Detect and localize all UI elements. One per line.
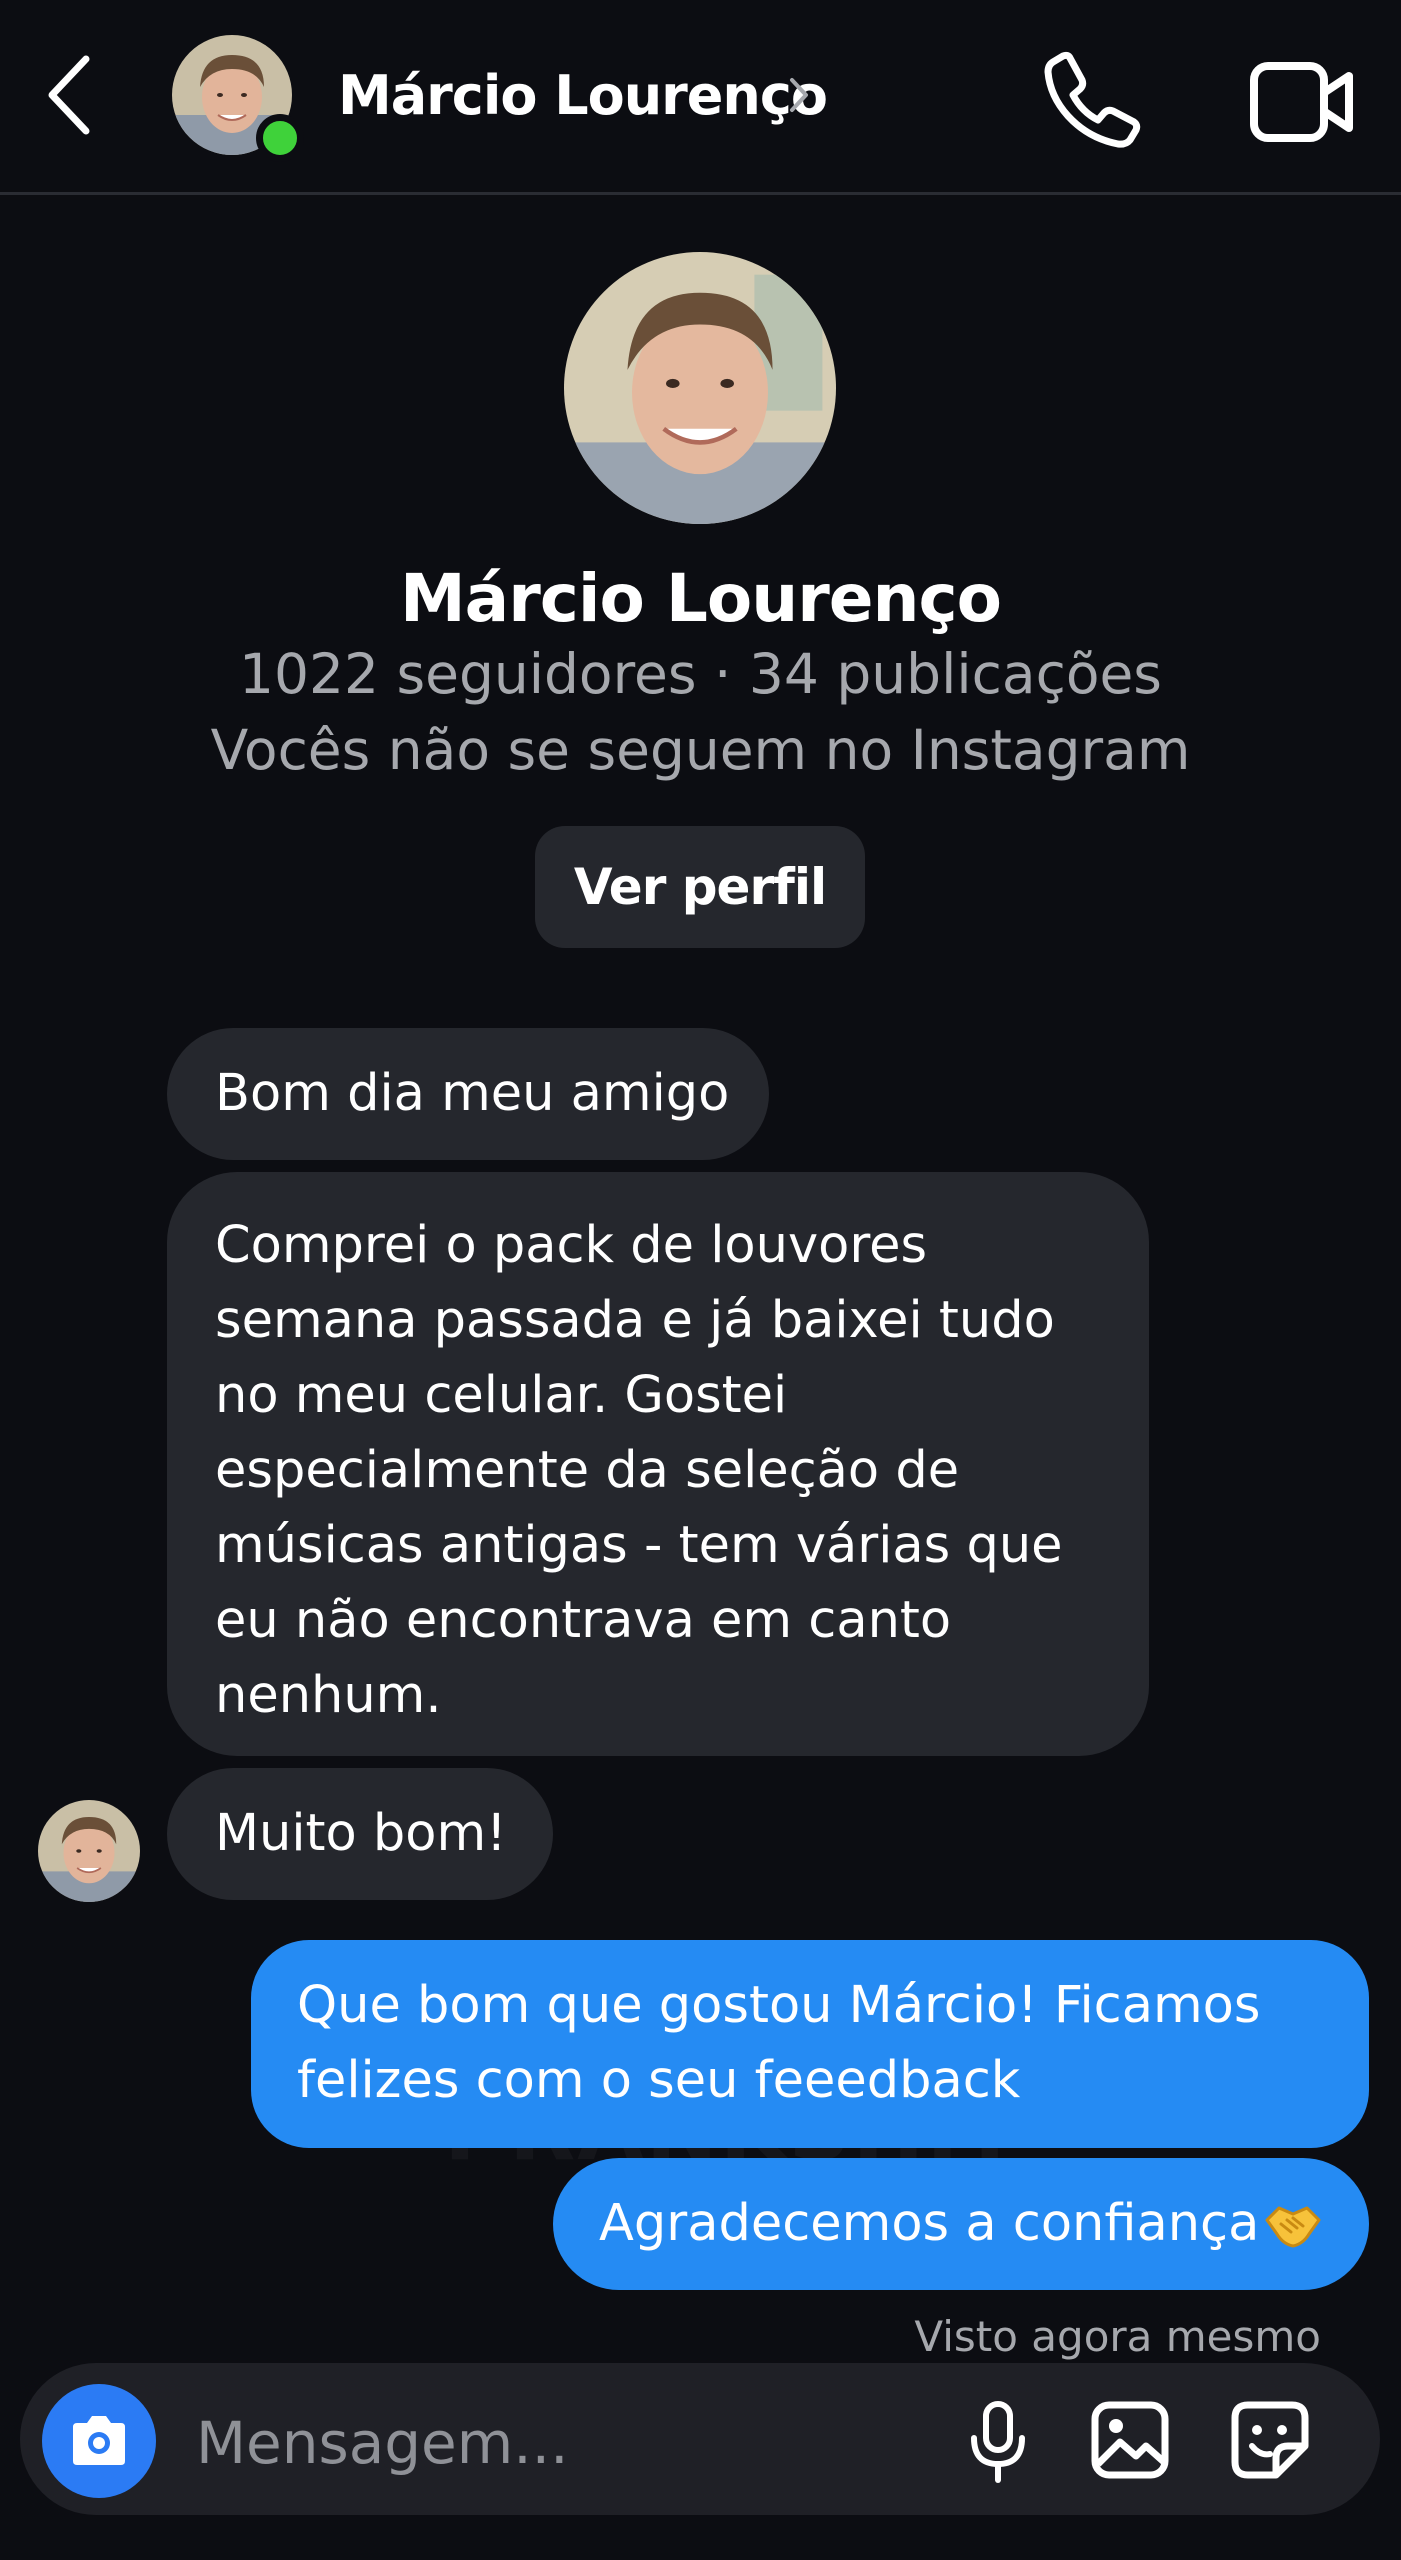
- gallery-button[interactable]: [1082, 2388, 1178, 2492]
- back-button[interactable]: [36, 50, 100, 140]
- voice-message-button[interactable]: [950, 2390, 1046, 2494]
- video-camera-icon: [1250, 62, 1353, 142]
- avatar-photo: [564, 252, 836, 524]
- video-call-button[interactable]: [1246, 52, 1358, 152]
- chat-header: Márcio Lourenço: [0, 0, 1401, 195]
- chevron-right-icon: [790, 78, 808, 112]
- camera-icon: [73, 2416, 125, 2465]
- message-bubble-outgoing[interactable]: Agradecemos a confiança: [553, 2158, 1369, 2290]
- message-line: semana passada e já baixei tudo: [215, 1291, 1055, 1350]
- message-line: felizes com o seu feeedback: [297, 2051, 1021, 2110]
- message-text: Agradecemos a confiança: [599, 2194, 1260, 2253]
- online-status-dot: [256, 114, 304, 162]
- message-line: eu não encontrava em canto: [215, 1591, 952, 1650]
- sticker-button[interactable]: [1222, 2388, 1318, 2492]
- follow-relation: Vocês não se seguem no Instagram: [210, 718, 1191, 782]
- message-text: Bom dia meu amigo: [215, 1064, 730, 1123]
- camera-button[interactable]: [42, 2384, 156, 2498]
- image-icon: [1091, 2401, 1169, 2479]
- chevron-left-icon: [48, 55, 90, 135]
- microphone-icon: [971, 2401, 1025, 2483]
- handshake-emoji: [1265, 2206, 1321, 2248]
- message-line: no meu celular. Gostei: [215, 1366, 788, 1425]
- profile-avatar[interactable]: [564, 252, 836, 524]
- view-profile-button[interactable]: Ver perfil: [535, 826, 865, 948]
- message-bubble-incoming[interactable]: Muito bom!: [167, 1768, 553, 1900]
- message-line: nenhum.: [215, 1666, 442, 1725]
- profile-name: Márcio Lourenço: [400, 560, 1002, 637]
- sender-avatar[interactable]: [38, 1800, 140, 1902]
- profile-stats: 1022 seguidores · 34 publicações: [239, 642, 1162, 706]
- message-line: músicas antigas - tem várias que: [215, 1516, 1063, 1575]
- avatar-photo: [38, 1800, 140, 1902]
- sticker-icon: [1231, 2401, 1309, 2479]
- message-input[interactable]: [196, 2395, 916, 2491]
- message-text: Muito bom!: [215, 1804, 507, 1863]
- voice-call-button[interactable]: [1040, 48, 1144, 152]
- message-line: Que bom que gostou Márcio! Ficamos: [297, 1976, 1261, 2035]
- seen-status: Visto agora mesmo: [914, 2312, 1321, 2361]
- message-bubble-outgoing[interactable]: Que bom que gostou Márcio! Ficamos feliz…: [251, 1940, 1369, 2148]
- header-contact-name[interactable]: Márcio Lourenço: [338, 64, 828, 127]
- phone-icon: [1044, 51, 1141, 148]
- message-bubble-incoming[interactable]: Comprei o pack de louvores semana passad…: [167, 1172, 1149, 1756]
- message-bubble-incoming[interactable]: Bom dia meu amigo: [167, 1028, 769, 1160]
- message-line: especialmente da seleção de: [215, 1441, 960, 1500]
- message-line: Comprei o pack de louvores: [215, 1216, 928, 1275]
